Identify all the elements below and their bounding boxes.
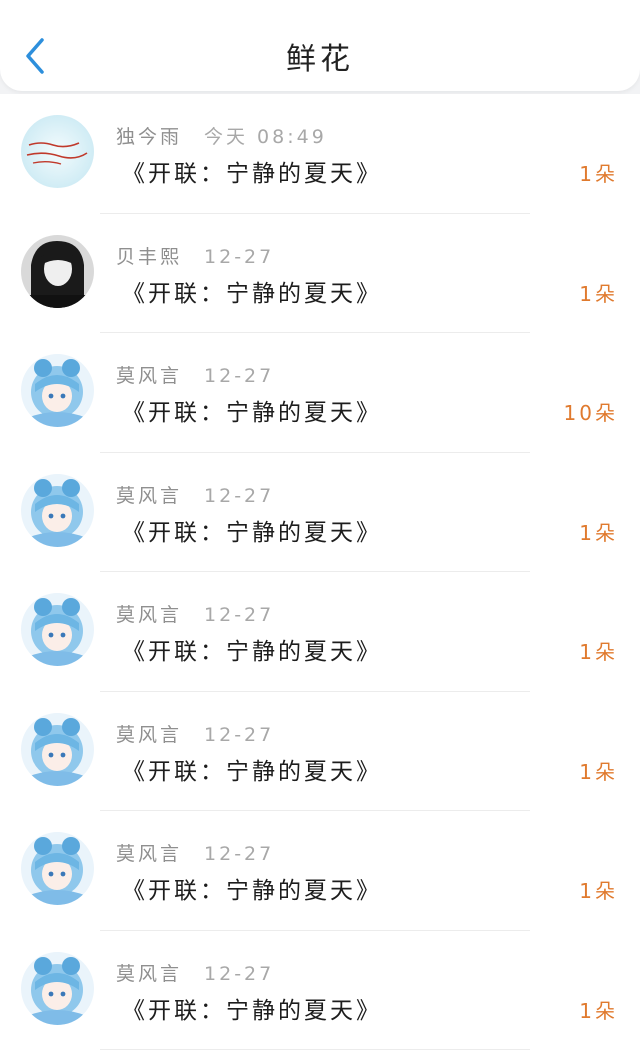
work-title: 《开联：宁静的夏天》 [122,758,382,785]
timestamp: 12-27 [204,365,275,387]
list-item[interactable]: 莫风言 12-27 《开联：宁静的夏天》 10朵 [0,333,640,453]
timestamp: 12-27 [204,604,275,626]
list-item[interactable]: 莫风言 12-27 《开联：宁静的夏天》 1朵 [0,572,640,692]
work-title: 《开联：宁静的夏天》 [122,161,382,187]
flower-count: 1朵 [579,281,618,306]
list-item[interactable]: 独今雨 今天 08:49 《开联：宁静的夏天》 1朵 [0,94,640,214]
flower-count: 1朵 [579,759,618,784]
avatar[interactable] [21,712,94,786]
list-item[interactable]: 莫风言 12-27 《开联：宁静的夏天》 1朵 [0,692,640,811]
username: 莫风言 [116,484,183,507]
flower-count: 10朵 [563,401,618,425]
item-meta: 莫风言 12-27 [116,600,274,627]
avatar-c-image [21,712,94,786]
flower-count: 1朵 [579,640,618,664]
avatar[interactable] [21,832,94,905]
username: 莫风言 [116,723,183,746]
item-meta: 莫风言 12-27 [116,720,274,747]
flower-count: 1朵 [579,520,618,545]
flower-count: 1朵 [579,998,618,1023]
list-item[interactable]: 贝丰熙 12-27 《开联：宁静的夏天》 1朵 [0,214,640,333]
timestamp: 12-27 [204,723,275,746]
item-meta: 莫风言 12-27 [116,481,274,508]
list-item[interactable]: 莫风言 12-27 《开联：宁静的夏天》 1朵 [0,931,640,1050]
timestamp: 12-27 [204,962,275,985]
timestamp: 今天 08:49 [204,126,327,148]
avatar[interactable] [21,593,94,666]
username: 莫风言 [116,604,183,626]
page-title: 鲜花 [286,42,354,77]
avatar[interactable] [21,234,94,308]
list-item[interactable]: 莫风言 12-27 《开联：宁静的夏天》 1朵 [0,811,640,931]
work-title: 《开联：宁静的夏天》 [122,997,382,1024]
avatar-a-image [21,115,94,188]
avatar-c-image [21,354,94,427]
timestamp: 12-27 [204,843,275,865]
username: 莫风言 [116,843,183,865]
timestamp: 12-27 [204,484,275,507]
flower-list: 独今雨 今天 08:49 《开联：宁静的夏天》 1朵 贝丰熙 12-27 《开联：宁… [0,94,640,1055]
flower-count: 1朵 [579,879,618,903]
avatar-c-image [21,593,94,666]
avatar[interactable] [21,473,94,547]
work-title: 《开联：宁静的夏天》 [122,280,382,307]
list-item[interactable]: 莫风言 12-27 《开联：宁静的夏天》 1朵 [0,453,640,572]
item-meta: 莫风言 12-27 [116,361,274,388]
username: 贝丰熙 [116,245,183,268]
username: 莫风言 [116,365,183,387]
item-meta: 独今雨 今天 08:49 [116,122,327,149]
avatar-c-image [21,473,94,547]
work-title: 《开联：宁静的夏天》 [122,519,382,546]
avatar-c-image [21,832,94,905]
username: 独今雨 [116,126,183,148]
item-meta: 莫风言 12-27 [116,959,274,986]
work-title: 《开联：宁静的夏天》 [122,400,382,426]
work-title: 《开联：宁静的夏天》 [122,639,382,665]
divider [100,1049,530,1050]
avatar-b-image [21,234,94,308]
avatar[interactable] [21,115,94,188]
work-title: 《开联：宁静的夏天》 [122,878,382,904]
top-nav-bar: 鲜花 [0,0,640,91]
item-meta: 贝丰熙 12-27 [116,242,274,269]
item-meta: 莫风言 12-27 [116,839,274,866]
avatar[interactable] [21,354,94,427]
timestamp: 12-27 [204,245,275,268]
username: 莫风言 [116,962,183,985]
avatar-c-image [21,951,94,1025]
avatar[interactable] [21,951,94,1025]
flower-count: 1朵 [579,162,618,186]
